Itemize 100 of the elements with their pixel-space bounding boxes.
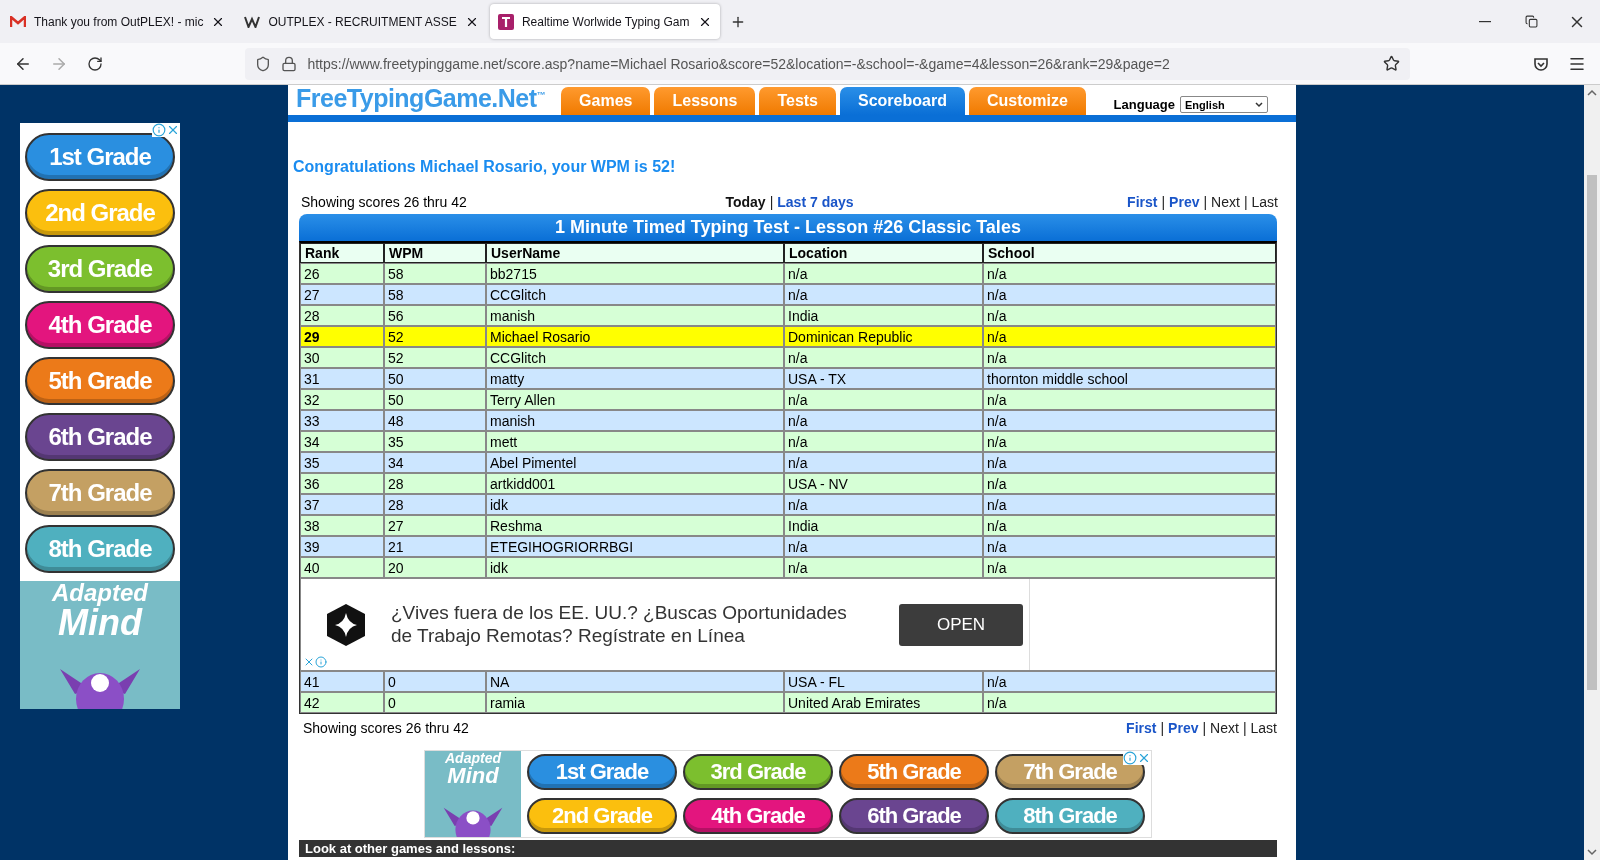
open-button[interactable]: OPEN xyxy=(899,603,1023,646)
pager-link[interactable]: Next xyxy=(1211,193,1240,210)
table-cell: USA - NV xyxy=(784,473,983,494)
table-cell: 58 xyxy=(384,263,486,284)
table-cell: 28 xyxy=(384,473,486,494)
pager-link[interactable]: First xyxy=(1126,720,1157,736)
browser-tab[interactable]: Thank you from OutPLEX! - mic xyxy=(2,4,234,39)
table-cell: 52 xyxy=(384,326,486,347)
table-cell: n/a xyxy=(784,347,983,368)
table-cell: 58 xyxy=(384,284,486,305)
table-cell: matty xyxy=(486,368,784,389)
table-cell: n/a xyxy=(983,557,1276,578)
table-cell: 20 xyxy=(384,557,486,578)
table-cell: n/a xyxy=(784,494,983,515)
table-cell: n/a xyxy=(983,515,1276,536)
table-cell: n/a xyxy=(983,536,1276,557)
tab-title: OUTPLEX - RECRUITMENT ASSE xyxy=(268,14,457,29)
table-cell: 33 xyxy=(300,410,384,431)
column-header: UserName xyxy=(486,243,784,263)
shield-icon xyxy=(255,55,272,72)
info-icon[interactable] xyxy=(1123,751,1137,765)
showing-text: Showing scores 26 thru 42 xyxy=(303,720,469,736)
column-header: Rank xyxy=(300,243,384,263)
table-cell: 30 xyxy=(300,347,384,368)
table-cell: n/a xyxy=(983,452,1276,473)
table-cell: USA - FL xyxy=(784,671,983,692)
table-cell: Reshma xyxy=(486,515,784,536)
table-cell: n/a xyxy=(983,284,1276,305)
grade-button[interactable]: 4th Grade xyxy=(683,798,833,834)
pager-link[interactable]: First xyxy=(1127,193,1158,210)
info-icon[interactable] xyxy=(315,656,327,668)
table-cell: n/a xyxy=(784,263,983,284)
table-cell: Abel Pimentel xyxy=(486,452,784,473)
bookmark-star-icon[interactable] xyxy=(1383,55,1401,72)
grade-button[interactable]: 4th Grade xyxy=(25,301,175,349)
table-cell: n/a xyxy=(983,671,1276,692)
separator: | xyxy=(1203,193,1208,210)
table-cell: idk xyxy=(486,494,784,515)
info-icon[interactable] xyxy=(152,123,166,137)
address-bar[interactable]: https://www.freetypinggame.net/score.asp?name=Michael Rosario&score=52&location=-&school=-&game=4&lesson=26&rank=29&page=2 xyxy=(245,47,1411,80)
table-cell: 34 xyxy=(384,452,486,473)
table-cell: 28 xyxy=(300,305,384,326)
reload-icon xyxy=(86,55,103,72)
table-cell: 52 xyxy=(384,347,486,368)
table-cell: 27 xyxy=(384,515,486,536)
table-cell: n/a xyxy=(784,431,983,452)
table-cell: 21 xyxy=(384,536,486,557)
table-cell: n/a xyxy=(784,536,983,557)
language-label: Language xyxy=(1113,97,1175,112)
pager-link[interactable]: Next xyxy=(1210,720,1239,736)
table-cell: 27 xyxy=(300,284,384,305)
table-cell: n/a xyxy=(983,473,1276,494)
table-cell: Terry Allen xyxy=(486,389,784,410)
table-cell: 36 xyxy=(300,473,384,494)
separator: | xyxy=(1202,720,1207,736)
table-cell: 35 xyxy=(300,452,384,473)
period-link[interactable]: Today xyxy=(725,193,766,210)
ad-banner[interactable]: 1st Grade 2nd Grade 3rd Grade 4th Grade 5th Grade 6th Grade 7th Grade 8th Grade Adapted Mind xyxy=(20,123,180,709)
table-cell: n/a xyxy=(983,305,1276,326)
column-header: School xyxy=(983,243,1276,263)
browser-tab[interactable]: Realtime Worlwide Typing Gam xyxy=(489,4,720,39)
grade-button[interactable]: 1st Grade xyxy=(25,133,175,181)
ad-banner[interactable]: Adapted Mind 1st Grade 3rd Grade 5th Grade 7th Grade 2nd Grade 4th Grade 6th Grade 8th Grade xyxy=(424,750,1152,838)
table-cell: 42 xyxy=(300,692,384,713)
table-cell: 50 xyxy=(384,368,486,389)
mail-icon xyxy=(10,15,26,28)
table-cell: idk xyxy=(486,557,784,578)
table-cell: 35 xyxy=(384,431,486,452)
grade-button[interactable]: 6th Grade xyxy=(839,798,989,834)
url-text: https://www.freetypinggame.net/score.asp?name=Michael Rosario&score=52&location=-&school=-&game=4&lesson=26&rank=29&page=2 xyxy=(307,55,1171,72)
pager-link[interactable]: Prev xyxy=(1169,193,1200,210)
table-cell: 29 xyxy=(300,326,384,347)
table-cell: n/a xyxy=(983,347,1276,368)
table-cell: Michael Rosario xyxy=(486,326,784,347)
brand-word: Mind xyxy=(447,765,499,787)
table-cell: 28 xyxy=(384,494,486,515)
table-cell: n/a xyxy=(983,431,1276,452)
table-cell: 0 xyxy=(384,692,486,713)
column-header: Location xyxy=(784,243,983,263)
scrollbar-drawing[interactable] xyxy=(1584,85,1600,860)
language-select[interactable]: English xyxy=(1180,96,1268,113)
table-cell: USA - TX xyxy=(784,368,983,389)
period-link[interactable]: Last 7 days xyxy=(777,193,854,210)
ad-banner[interactable]: ¿Vives fuera de los EE. UU.? ¿Buscas Oportunidades de Trabajo Remotas? Regístrate en Línea OPEN xyxy=(300,578,1276,671)
grade-button[interactable]: 1st Grade xyxy=(527,754,677,790)
pager-link[interactable]: Last xyxy=(1251,193,1278,210)
pager-link[interactable]: Last xyxy=(1250,720,1277,736)
pager-link[interactable]: Prev xyxy=(1168,720,1199,736)
separator: | xyxy=(1160,720,1165,736)
restore-icon xyxy=(1524,15,1538,28)
table-cell: 38 xyxy=(300,515,384,536)
browser-tab[interactable]: OUTPLEX - RECRUITMENT ASSE xyxy=(236,4,487,39)
separator: | xyxy=(769,193,774,210)
separator: | xyxy=(1161,193,1166,210)
nav-tab[interactable]: Scoreboard xyxy=(840,87,965,115)
t-logo-icon xyxy=(497,13,514,30)
table-cell: 32 xyxy=(300,389,384,410)
tab-title: Realtime Worlwide Typing Gam xyxy=(521,14,690,29)
table-cell: n/a xyxy=(983,692,1276,713)
grade-button[interactable]: 6th Grade xyxy=(25,413,175,461)
